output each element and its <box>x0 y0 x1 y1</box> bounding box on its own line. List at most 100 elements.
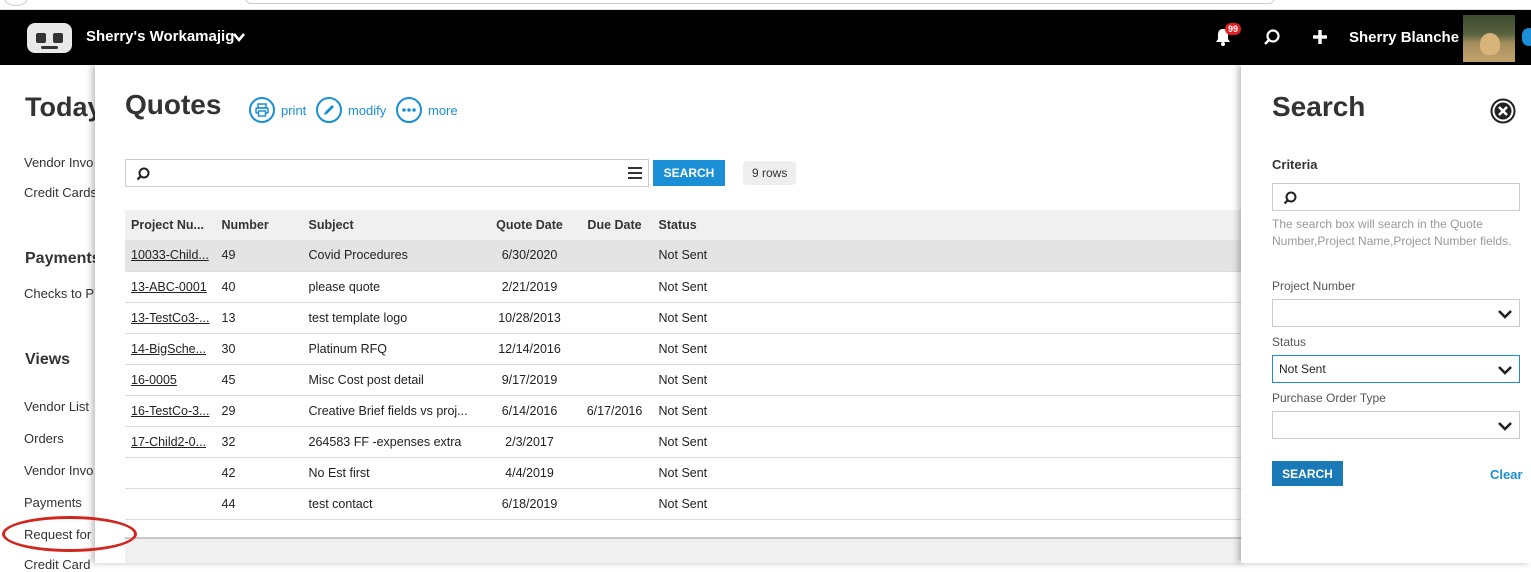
link-credit-card[interactable]: Credit Card <box>24 557 90 572</box>
link-checks[interactable]: Checks to Pr <box>24 286 98 301</box>
page-title: Quotes <box>125 89 222 120</box>
table-footer <box>125 537 1245 563</box>
search-icon[interactable] <box>1262 27 1282 47</box>
cell-project-number[interactable]: 14-BigSche... <box>125 333 216 365</box>
cell-subject: please quote <box>302 271 483 303</box>
cell-number: 40 <box>215 271 303 303</box>
cell-subject: test template logo <box>302 302 483 334</box>
quote-search-box[interactable] <box>125 159 649 187</box>
cell-project-number[interactable] <box>125 457 216 489</box>
column-header-project-number[interactable]: Project Nu... <box>125 210 216 240</box>
column-header-subject[interactable]: Subject <box>302 210 483 240</box>
cell-subject: Covid Procedures <box>302 240 483 272</box>
chevron-down-icon <box>1498 366 1512 375</box>
table-row[interactable]: 16-TestCo-3... 29 Creative Brief fields vs… <box>125 395 1245 427</box>
cell-due-date <box>576 333 653 365</box>
status-label: Status <box>1272 335 1307 349</box>
search-input[interactable] <box>154 164 614 182</box>
cell-status: Not Sent <box>652 395 1245 427</box>
cell-status: Not Sent <box>652 457 1245 489</box>
cell-number: 30 <box>215 333 303 365</box>
cell-project-number[interactable]: 17-Child2-0... <box>125 426 216 458</box>
cell-project-number[interactable]: 10033-Child... <box>125 240 216 272</box>
link-vendor-list[interactable]: Vendor List <box>24 399 89 414</box>
app-name[interactable]: Sherry's Workamajig <box>86 28 234 45</box>
cell-subject: Platinum RFQ <box>302 333 483 365</box>
cell-due-date <box>576 302 653 334</box>
link-payments[interactable]: Payments <box>24 495 82 510</box>
po-type-label: Purchase Order Type <box>1272 391 1386 405</box>
cell-status: Not Sent <box>652 302 1245 334</box>
plus-icon[interactable] <box>1310 27 1330 47</box>
modify-label: modify <box>348 102 387 118</box>
link-orders[interactable]: Orders <box>24 431 64 446</box>
table-header-row: Project Nu... Number Subject Quote Date … <box>125 210 1245 240</box>
browser-chrome <box>0 0 1531 10</box>
heading-today: Today <box>25 92 103 122</box>
po-type-select[interactable] <box>1272 411 1520 439</box>
table-row[interactable]: 10033-Child... 49 Covid Procedures 6/30/202… <box>125 240 1245 272</box>
column-header-status[interactable]: Status <box>652 210 1245 240</box>
print-action[interactable]: print <box>249 97 306 123</box>
hamburger-menu-icon[interactable] <box>628 167 642 179</box>
cell-status: Not Sent <box>652 240 1245 272</box>
link-credit-cards[interactable]: Credit Cards <box>24 185 97 200</box>
table-row[interactable]: 42 No Est first 4/4/2019 Not Sent <box>125 457 1245 489</box>
criteria-input[interactable] <box>1272 183 1520 211</box>
app-logo-icon[interactable] <box>27 23 72 53</box>
clear-link[interactable]: Clear <box>1490 467 1523 482</box>
cell-number: 44 <box>215 488 303 520</box>
table-row[interactable]: 13-ABC-0001 40 please quote 2/21/2019 Not Se… <box>125 271 1245 303</box>
browser-button[interactable] <box>4 0 28 6</box>
search-icon <box>1283 191 1297 205</box>
column-header-quote-date[interactable]: Quote Date <box>482 210 577 240</box>
cell-quote-date: 10/28/2013 <box>482 302 577 334</box>
cell-number: 42 <box>215 457 303 489</box>
notification-badge: 99 <box>1225 23 1242 35</box>
cell-subject: Creative Brief fields vs proj... <box>302 395 483 427</box>
cell-due-date: 6/17/2016 <box>576 395 653 427</box>
cell-project-number[interactable]: 16-TestCo-3... <box>125 395 216 427</box>
search-icon <box>136 167 150 181</box>
column-header-due-date[interactable]: Due Date <box>576 210 653 240</box>
link-vendor-invoices-2[interactable]: Vendor Invo <box>24 463 93 478</box>
table-row[interactable]: 16-0005 45 Misc Cost post detail 9/17/2019 N… <box>125 364 1245 396</box>
cell-subject: test contact <box>302 488 483 520</box>
cell-project-number[interactable]: 13-ABC-0001 <box>125 271 216 303</box>
status-select[interactable]: Not Sent <box>1272 355 1520 383</box>
heading-views: Views <box>25 351 71 368</box>
cell-project-number[interactable]: 13-TestCo3-... <box>125 302 216 334</box>
cell-number: 13 <box>215 302 303 334</box>
chevron-down-icon[interactable] <box>232 30 246 44</box>
quotes-panel: Quotes print modify more SEARCH 9 rows P… <box>95 65 1245 563</box>
cell-status: Not Sent <box>652 488 1245 520</box>
search-button[interactable]: SEARCH <box>653 160 725 186</box>
panel-search-button[interactable]: SEARCH <box>1272 461 1343 486</box>
cell-quote-date: 9/17/2019 <box>482 364 577 396</box>
project-number-select[interactable] <box>1272 299 1520 327</box>
avatar[interactable] <box>1463 15 1515 62</box>
cell-quote-date: 6/14/2016 <box>482 395 577 427</box>
address-bar[interactable] <box>245 0 1275 4</box>
criteria-label: Criteria <box>1272 157 1318 172</box>
column-header-number[interactable]: Number <box>215 210 303 240</box>
help-bubble-icon[interactable] <box>1522 28 1531 46</box>
table-row[interactable]: 13-TestCo3-... 13 test template logo 10/28/… <box>125 302 1245 334</box>
search-panel-title: Search <box>1272 91 1366 122</box>
cell-quote-date: 2/21/2019 <box>482 271 577 303</box>
link-vendor-invoices[interactable]: Vendor Invo <box>24 155 93 170</box>
table-row[interactable]: 14-BigSche... 30 Platinum RFQ 12/14/2016 Not… <box>125 333 1245 365</box>
cell-status: Not Sent <box>652 426 1245 458</box>
modify-action[interactable]: modify <box>316 97 386 123</box>
cell-due-date <box>576 457 653 489</box>
more-dots-icon <box>396 97 422 123</box>
close-icon[interactable] <box>1490 98 1516 124</box>
criteria-help-text: The search box will search in the Quote … <box>1272 217 1512 248</box>
cell-project-number[interactable]: 16-0005 <box>125 364 216 396</box>
cell-due-date <box>576 240 653 272</box>
more-action[interactable]: more <box>396 97 458 123</box>
cell-project-number[interactable] <box>125 488 216 520</box>
user-name[interactable]: Sherry Blanche <box>1349 29 1459 46</box>
table-row[interactable]: 44 test contact 6/18/2019 Not Sent <box>125 488 1245 520</box>
table-row[interactable]: 17-Child2-0... 32 264583 FF -expenses extr… <box>125 426 1245 458</box>
